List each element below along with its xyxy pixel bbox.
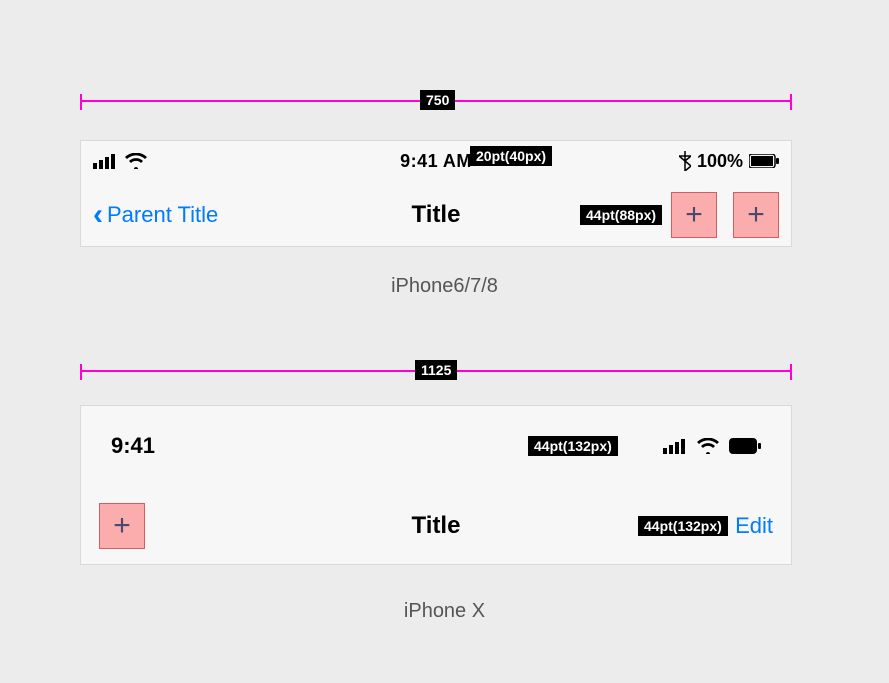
- status-bar: 9:41: [81, 406, 791, 486]
- width-badge-d2: 1125: [415, 360, 457, 380]
- device-caption-d2: iPhone X: [0, 600, 889, 623]
- right-bar-button-2[interactable]: +: [733, 192, 779, 238]
- cellular-bars-icon: [93, 153, 117, 169]
- battery-icon: [729, 438, 761, 454]
- iphonex-mockup: 9:41 + Title Edit: [80, 405, 792, 565]
- plus-icon: +: [747, 198, 765, 232]
- bluetooth-icon: [679, 151, 691, 171]
- plus-icon: +: [113, 509, 131, 543]
- wifi-icon: [125, 153, 147, 169]
- right-bar-button-1[interactable]: +: [671, 192, 717, 238]
- battery-icon: [749, 154, 779, 168]
- add-icon: +: [685, 198, 703, 232]
- navbar-height-badge-d2: 44pt(132px): [638, 516, 728, 536]
- statusbar-height-badge-d2: 44pt(132px): [528, 436, 618, 456]
- device-caption-d1: iPhone6/7/8: [0, 275, 889, 298]
- status-bar: 9:41 AM 100%: [81, 141, 791, 181]
- back-button-label[interactable]: Parent Title: [107, 202, 218, 228]
- wifi-icon: [697, 438, 719, 454]
- navigation-bar: ‹ Parent Title Title + +: [81, 181, 791, 248]
- page-title: Title: [343, 201, 529, 229]
- battery-percent: 100%: [697, 151, 743, 172]
- left-bar-button[interactable]: +: [99, 503, 145, 549]
- edit-button[interactable]: Edit: [735, 513, 773, 539]
- page-title: Title: [299, 512, 573, 540]
- navbar-height-badge-d1: 44pt(88px): [580, 205, 662, 225]
- status-time: 9:41 AM: [233, 151, 639, 172]
- back-chevron-icon[interactable]: ‹: [93, 200, 103, 230]
- status-time: 9:41: [111, 433, 311, 459]
- statusbar-height-badge-d1: 20pt(40px): [470, 146, 552, 166]
- cellular-bars-icon: [663, 438, 687, 454]
- width-badge-d1: 750: [420, 90, 455, 110]
- iphone678-mockup: 9:41 AM 100% ‹ Parent Title Title +: [80, 140, 792, 247]
